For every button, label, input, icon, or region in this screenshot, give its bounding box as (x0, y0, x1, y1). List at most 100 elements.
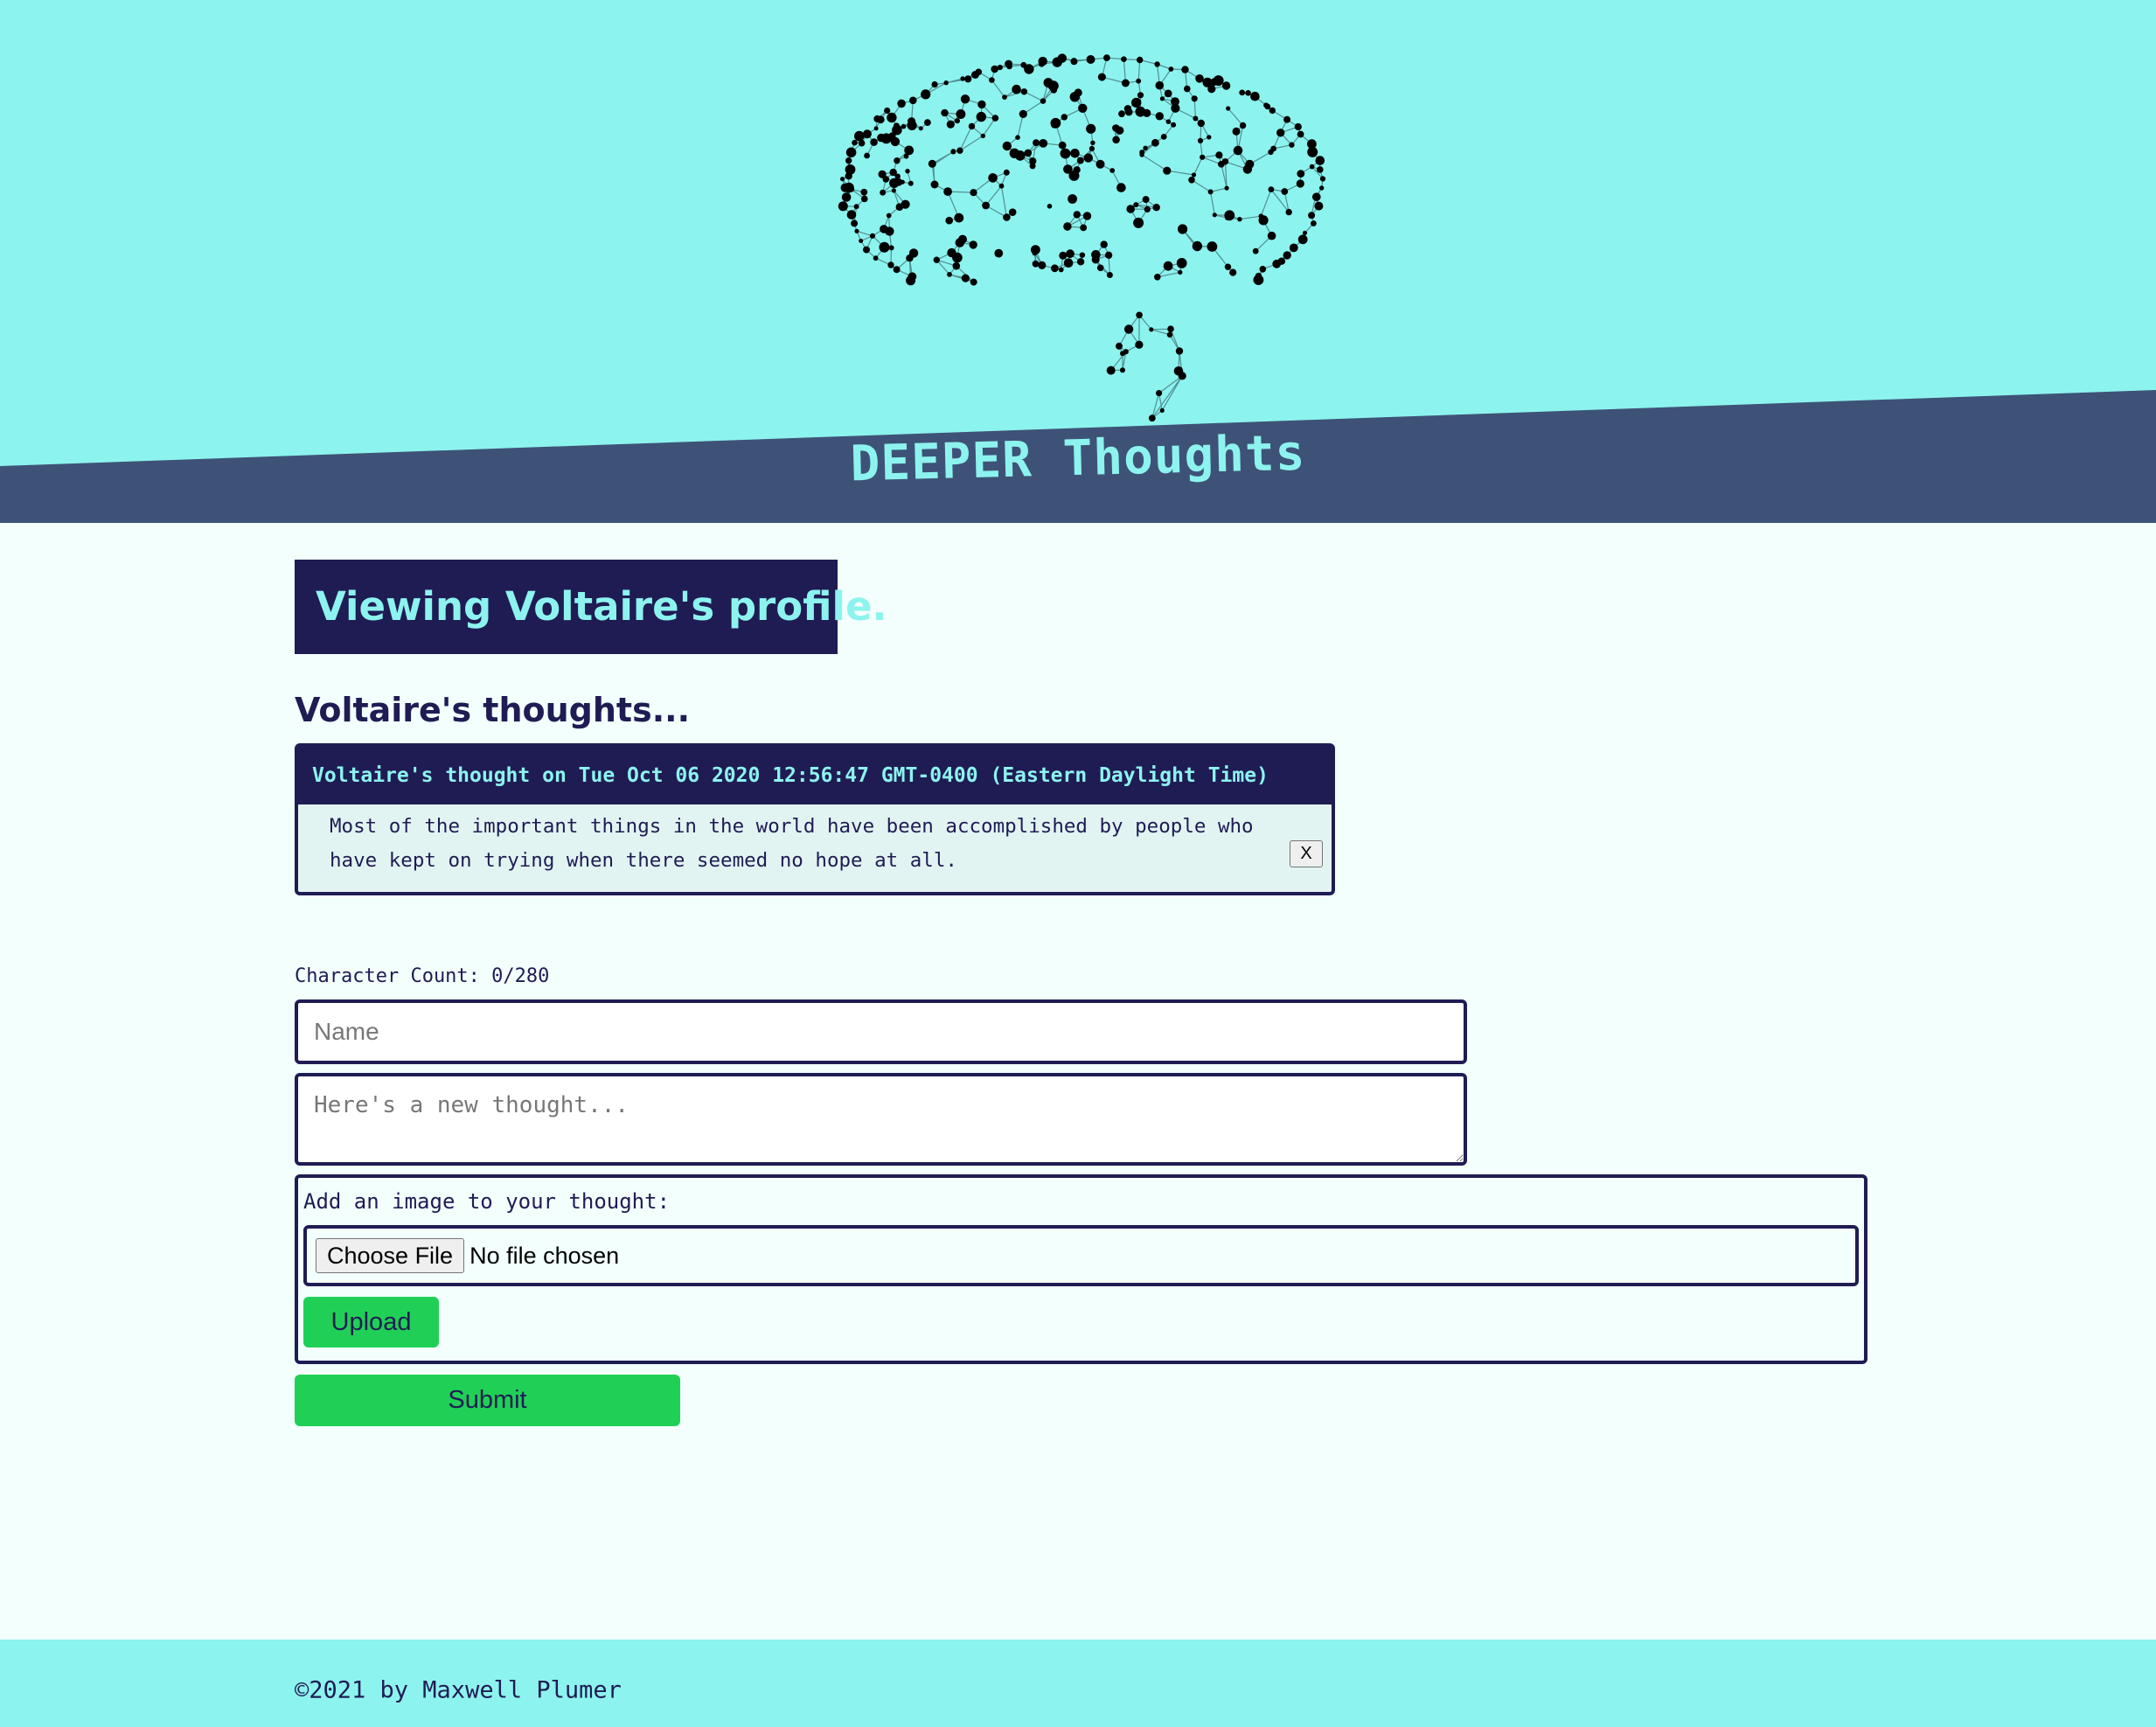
brain-network-node (841, 192, 852, 202)
brain-network-node (853, 204, 859, 210)
upload-button[interactable]: Upload (303, 1297, 439, 1347)
image-upload-label: Add an image to your thought: (303, 1189, 671, 1214)
thought-body: Most of the important things in the worl… (298, 804, 1332, 892)
brain-network-node (1109, 168, 1116, 173)
brain-network-node (1118, 110, 1125, 118)
brain-network-node (1250, 91, 1260, 101)
brain-network-node (977, 100, 986, 109)
brain-network-node (1188, 177, 1195, 184)
brain-network-node (907, 120, 917, 130)
brain-network-node (1229, 268, 1237, 276)
brain-network-node (870, 138, 878, 146)
brain-network-node (1192, 240, 1203, 252)
brain-network-node (1184, 85, 1191, 93)
brain-network-node (886, 212, 892, 219)
brain-network-node (1155, 112, 1165, 121)
brain-network-node (1285, 208, 1292, 216)
brain-network-node (1197, 137, 1204, 143)
brain-network-node (956, 147, 963, 154)
name-input[interactable] (295, 999, 1467, 1064)
brain-network-node (1123, 105, 1132, 113)
brain-network-node (1015, 135, 1020, 140)
brain-network-node (1289, 142, 1295, 148)
brain-network-node (1061, 114, 1068, 121)
file-status: No file chosen (469, 1242, 620, 1269)
brain-network-node (1207, 135, 1212, 140)
brain-network-node (933, 256, 941, 263)
brain-network-node (1148, 414, 1156, 422)
brain-network-node (1002, 141, 1012, 151)
brain-network-node (844, 182, 854, 193)
brain-network-node (873, 255, 879, 261)
brain-network-node (1120, 367, 1125, 373)
brain-network-node (1029, 157, 1037, 165)
choose-file-button[interactable]: Choose File (316, 1238, 465, 1273)
brain-network-node (1086, 123, 1096, 134)
brain-network-node (1191, 95, 1198, 102)
brain-network-node (1005, 59, 1012, 68)
brain-network-node (1070, 149, 1080, 158)
brain-network-node (854, 130, 865, 142)
brain-network-node (1063, 164, 1073, 174)
brain-network-node (862, 129, 872, 139)
brain-network-node (1193, 115, 1199, 122)
brain-network-node (1043, 78, 1054, 88)
brain-network-node (869, 233, 876, 239)
brain-network-node (873, 126, 879, 131)
brain-network-node (1224, 263, 1232, 270)
brain-network-node (888, 245, 894, 251)
brain-network-node (1302, 230, 1308, 235)
brain-network-node (908, 180, 914, 186)
brain-network-node (1100, 240, 1108, 248)
brain-network-node (1317, 166, 1324, 173)
brain-network-node (901, 123, 907, 129)
brain-network-node (1268, 186, 1275, 193)
brain-network-node (1294, 122, 1302, 131)
site-title-link[interactable]: DEEPER Thoughts (850, 425, 1306, 493)
brain-network-node (1277, 257, 1286, 265)
brain-network-node (1019, 109, 1027, 118)
brain-network-node (930, 180, 939, 189)
brain-network-node (1136, 311, 1143, 319)
brain-network-node (887, 261, 894, 268)
brain-network-node (1149, 327, 1154, 332)
thought-textarea[interactable] (295, 1073, 1467, 1166)
brain-network-node (1123, 324, 1134, 334)
site-footer: ©2021 by Maxwell Plumer (0, 1640, 2156, 1727)
brain-network-node (1197, 119, 1206, 128)
file-input[interactable]: Choose File No file chosen (303, 1225, 1859, 1286)
brain-network-node (891, 188, 896, 193)
brain-network-node (845, 147, 857, 158)
brain-network-node (1076, 258, 1085, 266)
brain-network-node (960, 76, 965, 81)
brain-network-node (1283, 251, 1291, 260)
brain-network-node (946, 120, 955, 129)
brain-network-node (1082, 212, 1092, 220)
brain-network-node (1165, 119, 1172, 124)
brain-network-node (1171, 122, 1177, 128)
brain-network-node (1154, 61, 1160, 67)
delete-thought-button[interactable]: X (1290, 840, 1323, 867)
brain-network-node (1015, 150, 1026, 161)
brain-network-node (1212, 212, 1217, 218)
brain-network-node (1163, 261, 1173, 271)
brain-network-node (1144, 205, 1151, 212)
brain-network-node (1038, 261, 1047, 269)
brain-network-node (1224, 185, 1229, 191)
brain-network-node (1207, 189, 1214, 195)
brain-network-node (1116, 342, 1123, 350)
brain-network-node (1175, 347, 1184, 355)
brain-network-node (1076, 157, 1084, 164)
brain-network-node (1255, 272, 1262, 280)
submit-button[interactable]: Submit (295, 1375, 680, 1426)
brain-network-node (1080, 224, 1088, 232)
brain-network-node (1311, 220, 1317, 226)
brain-network-node (1106, 272, 1113, 278)
brain-network-node (1268, 149, 1274, 156)
brain-network-node (1059, 251, 1068, 260)
brain-network-node (1164, 89, 1172, 98)
brain-network-node (1269, 107, 1276, 115)
brain-network-node (1281, 188, 1289, 195)
brain-network-node (1213, 75, 1224, 87)
brain-network-node (1112, 136, 1120, 144)
